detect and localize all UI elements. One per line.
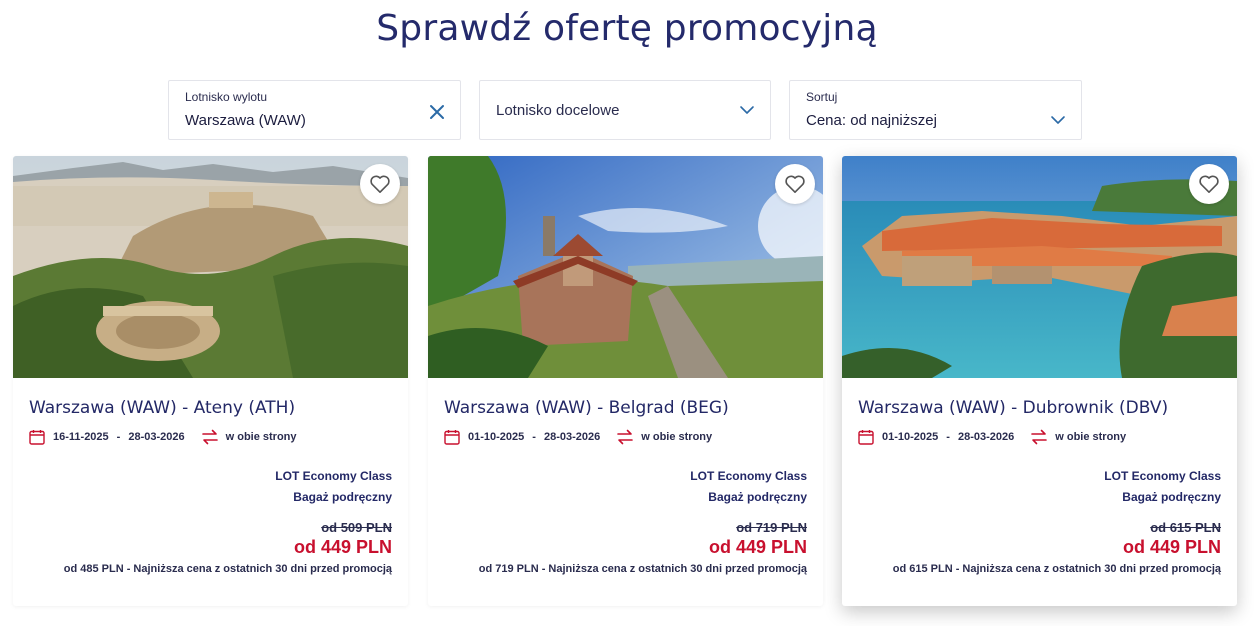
heart-icon	[1199, 175, 1219, 193]
old-price: od 719 PLN	[736, 520, 807, 535]
favorite-button[interactable]	[360, 164, 400, 204]
offer-dates: 01-10-2025 - 28-03-2026 w obie strony	[444, 429, 712, 445]
sort-label: Sortuj	[806, 90, 838, 104]
offer-route[interactable]: Warszawa (WAW) - Belgrad (BEG)	[444, 398, 729, 418]
offer-dates: 16-11-2025 - 28-03-2026 w obie strony	[29, 429, 297, 445]
offer-card[interactable]: Warszawa (WAW) - Dubrownik (DBV) 01-10-2…	[842, 156, 1237, 606]
heart-icon	[370, 175, 390, 193]
destination-photo	[13, 156, 408, 378]
promo-price: od 449 PLN	[708, 537, 807, 557]
cabin-class: LOT Economy Class	[1104, 469, 1221, 483]
destination-airport-placeholder: Lotnisko docelowe	[496, 102, 620, 119]
trip-type: w obie strony	[641, 431, 713, 443]
date-separator: -	[532, 431, 536, 443]
departure-airport-value: Warszawa (WAW)	[185, 112, 306, 129]
baggage-info: Bagaż podręczny	[1122, 490, 1221, 504]
date-to: 28-03-2026	[128, 431, 185, 443]
heart-icon	[785, 175, 805, 193]
trip-type: w obie strony	[1055, 431, 1127, 443]
round-trip-icon	[201, 429, 218, 445]
price-note: od 615 PLN - Najniższa cena z ostatnich …	[892, 563, 1221, 575]
cabin-class: LOT Economy Class	[275, 469, 392, 483]
calendar-icon	[858, 430, 874, 445]
date-separator: -	[946, 431, 950, 443]
round-trip-icon	[617, 429, 634, 445]
offer-dates: 01-10-2025 - 28-03-2026 w obie strony	[858, 429, 1126, 445]
baggage-info: Bagaż podręczny	[708, 490, 807, 504]
departure-airport-field[interactable]: Lotnisko wylotu Warszawa (WAW)	[168, 80, 461, 140]
calendar-icon	[444, 430, 460, 445]
promo-price: od 449 PLN	[293, 537, 392, 557]
chevron-down-icon	[740, 106, 754, 114]
date-from: 01-10-2025	[468, 431, 525, 443]
date-from: 01-10-2025	[882, 431, 939, 443]
offer-route[interactable]: Warszawa (WAW) - Ateny (ATH)	[29, 398, 295, 418]
destination-photo	[842, 156, 1237, 378]
round-trip-icon	[1031, 429, 1048, 445]
offer-card[interactable]: Warszawa (WAW) - Ateny (ATH) 16-11-2025 …	[13, 156, 408, 606]
calendar-icon	[29, 430, 45, 445]
old-price: od 615 PLN	[1150, 520, 1221, 535]
sort-value: Cena: od najniższej	[806, 112, 937, 129]
price-note: od 485 PLN - Najniższa cena z ostatnich …	[63, 563, 392, 575]
old-price: od 509 PLN	[321, 520, 392, 535]
sort-select[interactable]: Sortuj Cena: od najniższej	[789, 80, 1082, 140]
date-to: 28-03-2026	[543, 431, 601, 443]
destination-airport-field[interactable]: Lotnisko docelowe	[479, 80, 771, 140]
departure-airport-label: Lotnisko wylotu	[185, 90, 268, 104]
date-separator: -	[116, 431, 121, 443]
destination-photo	[428, 156, 823, 378]
offer-route[interactable]: Warszawa (WAW) - Dubrownik (DBV)	[858, 398, 1168, 418]
promo-price: od 449 PLN	[1122, 537, 1221, 557]
baggage-info: Bagaż podręczny	[293, 490, 392, 504]
page-title: Sprawdź ofertę promocyjną	[376, 8, 878, 49]
clear-icon[interactable]	[428, 103, 446, 121]
date-from: 16-11-2025	[53, 431, 109, 443]
trip-type: w obie strony	[225, 431, 297, 443]
favorite-button[interactable]	[775, 164, 815, 204]
price-note: od 719 PLN - Najniższa cena z ostatnich …	[478, 563, 807, 575]
cabin-class: LOT Economy Class	[690, 469, 807, 483]
chevron-down-icon	[1051, 116, 1065, 124]
date-to: 28-03-2026	[957, 431, 1015, 443]
offer-card[interactable]: Warszawa (WAW) - Belgrad (BEG) 01-10-202…	[428, 156, 823, 606]
favorite-button[interactable]	[1189, 164, 1229, 204]
